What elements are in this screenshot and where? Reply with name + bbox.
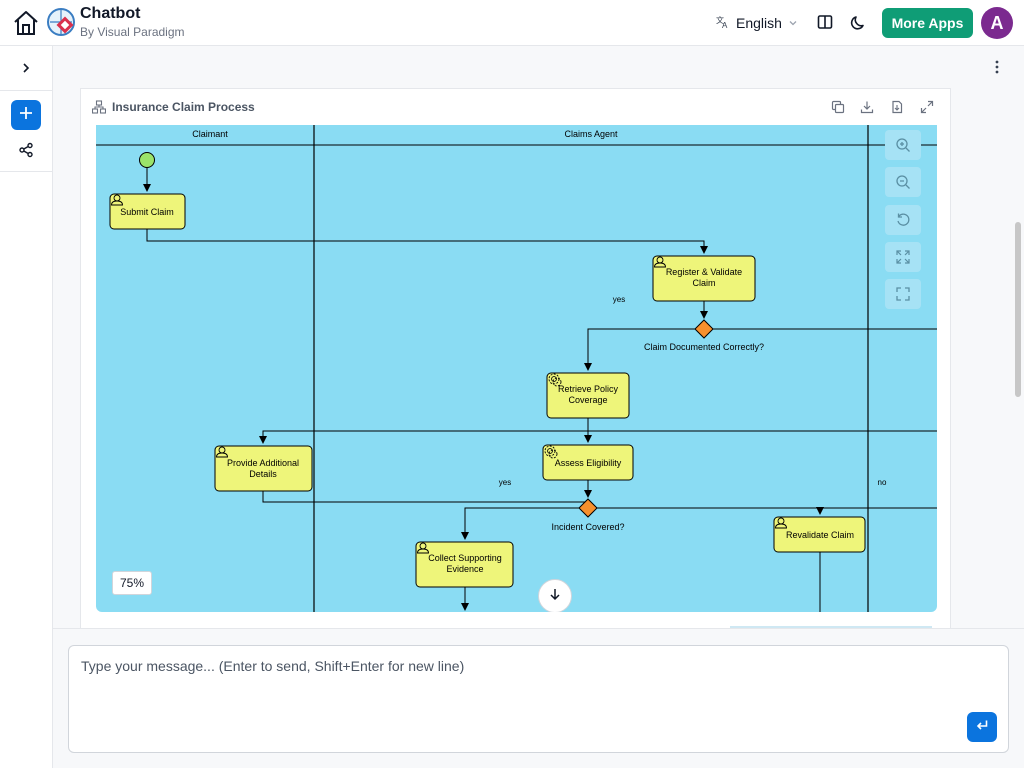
flow-label-no: no: [878, 478, 887, 487]
language-label: English: [736, 15, 782, 31]
share-icon[interactable]: [16, 140, 36, 160]
diagram-icon: [91, 100, 107, 114]
new-chat-button[interactable]: [11, 100, 41, 130]
svg-text:Collect Supporting: Collect Supporting: [428, 553, 502, 563]
scroll-down-button[interactable]: [538, 579, 572, 612]
avatar[interactable]: A: [981, 7, 1013, 39]
expand-icon[interactable]: [919, 99, 935, 115]
app-header: Chatbot By Visual Paradigm 文A English Mo…: [0, 0, 1024, 46]
export-file-icon[interactable]: [889, 99, 905, 115]
fit-to-screen-icon[interactable]: [885, 242, 921, 272]
flow-label-yes: yes: [499, 478, 511, 487]
gateway-label: Incident Covered?: [551, 522, 624, 532]
svg-text:Submit Claim: Submit Claim: [120, 207, 174, 217]
svg-text:Retrieve Policy: Retrieve Policy: [558, 384, 619, 394]
language-selector[interactable]: 文A English: [716, 12, 798, 34]
diagram-card: Insurance Claim Process Claimant Claims …: [80, 88, 951, 628]
svg-text:Assess Eligibility: Assess Eligibility: [555, 458, 622, 468]
flow-connector: [146, 229, 708, 254]
left-rail: [0, 46, 53, 768]
svg-text:A: A: [722, 21, 728, 29]
flow-connector: [259, 430, 937, 444]
svg-text:Coverage: Coverage: [568, 395, 607, 405]
flow-connector: [262, 491, 588, 503]
lane-label-claims-agent: Claims Agent: [564, 129, 618, 139]
enter-icon: [975, 718, 989, 737]
more-options-icon[interactable]: [990, 58, 1004, 76]
composer-area: [53, 628, 1024, 768]
fullscreen-icon[interactable]: [885, 279, 921, 309]
rail-divider: [0, 90, 53, 91]
task-collect-supporting-evidence: Collect Supporting Evidence: [415, 541, 514, 588]
svg-text:Claim: Claim: [692, 278, 715, 288]
chevron-right-icon[interactable]: [14, 58, 38, 78]
moon-icon[interactable]: [849, 12, 869, 32]
diagram-canvas[interactable]: Claimant Claims Agent Submit Claim Regis…: [96, 125, 937, 612]
plus-icon: [19, 106, 33, 125]
arrow-down-icon: [548, 587, 562, 606]
zoom-in-icon[interactable]: [885, 130, 921, 160]
task-retrieve-policy-coverage: Retrieve Policy Coverage: [546, 372, 630, 419]
svg-text:Register & Validate: Register & Validate: [666, 267, 742, 277]
message-composer: [68, 645, 1009, 753]
svg-text:Revalidate Claim: Revalidate Claim: [786, 530, 854, 540]
download-icon[interactable]: [859, 99, 875, 115]
diagram-title: Insurance Claim Process: [112, 100, 255, 114]
task-submit-claim: Submit Claim: [109, 193, 186, 230]
start-event: [139, 152, 155, 168]
zoom-out-icon[interactable]: [885, 167, 921, 197]
task-register-validate-claim: Register & Validate Claim: [652, 255, 756, 302]
app-logo: [46, 7, 76, 37]
page-scrollbar[interactable]: [1015, 222, 1021, 397]
chevron-down-icon: [788, 15, 798, 31]
lane-label-claimant: Claimant: [192, 129, 228, 139]
send-button[interactable]: [967, 712, 997, 742]
diagram-card-header: Insurance Claim Process: [81, 89, 952, 125]
reset-zoom-icon[interactable]: [885, 205, 921, 235]
svg-text:Details: Details: [249, 469, 277, 479]
flow-connector: [597, 507, 824, 515]
translate-icon: 文A: [716, 15, 730, 32]
rail-divider: [0, 171, 53, 172]
flow-label-yes: yes: [613, 295, 625, 304]
svg-text:Evidence: Evidence: [446, 564, 483, 574]
gateway-label: Claim Documented Correctly?: [644, 342, 764, 352]
svg-text:Provide Additional: Provide Additional: [227, 458, 299, 468]
home-icon[interactable]: [10, 8, 42, 38]
task-revalidate-claim: Revalidate Claim: [773, 516, 866, 553]
gateway-claim-documented: [694, 319, 714, 339]
message-input[interactable]: [81, 658, 961, 738]
bpmn-diagram: Claimant Claims Agent Submit Claim Regis…: [96, 125, 937, 612]
more-apps-button[interactable]: More Apps: [882, 8, 973, 38]
copy-icon[interactable]: [830, 99, 846, 115]
task-assess-eligibility: Assess Eligibility: [542, 444, 634, 481]
task-provide-additional-details: Provide Additional Details: [214, 445, 313, 492]
zoom-level: 75%: [112, 571, 152, 595]
app-subtitle: By Visual Paradigm: [80, 25, 185, 39]
sidebar-panel-icon[interactable]: [815, 12, 835, 32]
app-title: Chatbot: [80, 5, 141, 22]
